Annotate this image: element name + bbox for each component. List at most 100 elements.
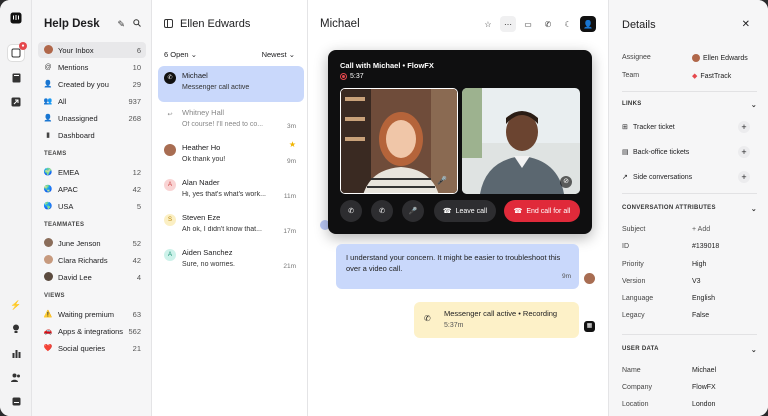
attr-language[interactable]: Language English (622, 295, 757, 302)
chevron-down-icon: ⌄ (288, 50, 295, 59)
teams-header: TEAMS (44, 151, 67, 157)
conversation-main: Michael ☆ ⋯ ▭ ✆ ☾ 👤 Call with Michael • … (308, 0, 608, 416)
snooze-icon[interactable]: ☾ (560, 16, 576, 32)
bulb-icon[interactable] (8, 321, 24, 337)
chevron-down-icon: ⌄ (750, 206, 757, 213)
attr-version[interactable]: Version V3 (622, 278, 757, 285)
avatar (164, 144, 176, 156)
more-icon[interactable]: ⋯ (500, 16, 516, 32)
arrow-icon: ↗ (622, 174, 628, 181)
sidebar-item-june-jenson[interactable]: June Jenson 52 (38, 235, 146, 251)
avatar (43, 271, 53, 281)
conversation-list: Ellen Edwards 6 Open ⌄ Newest ⌄ ✆ Michae… (152, 0, 308, 416)
app-window: ● ⚡ Help Desk ✎ Your Inbox 6 @ Mentions … (0, 0, 768, 416)
globe-icon: 🌎 (43, 203, 53, 210)
links-section-header[interactable]: LINKS ⌄ (622, 101, 757, 109)
divider (622, 334, 757, 335)
users-icon: 👥 (43, 98, 53, 105)
back-office-tickets-link[interactable]: ▤ Back-office tickets + (622, 146, 750, 158)
compose-icon[interactable]: ✎ (117, 19, 125, 30)
sidebar-item-mentions[interactable]: @ Mentions 10 (38, 59, 146, 75)
phone-icon: ✆ (164, 72, 176, 84)
call-status-card: ✆ Messenger call active • Recording 5:37… (414, 302, 579, 338)
sidebar-item-david-lee[interactable]: David Lee 4 (38, 269, 146, 285)
add-tracker-ticket-button[interactable]: + (738, 121, 750, 133)
leave-call-button[interactable]: ☎ Leave call (434, 200, 496, 222)
ticket-icon[interactable]: ▭ (520, 16, 536, 32)
assignee-row[interactable]: Assignee Ellen Edwards (622, 54, 757, 62)
panel-toggle-icon[interactable] (164, 19, 173, 30)
list-item[interactable]: S Steven Eze Ah ok, I didn't know that..… (158, 208, 304, 244)
close-icon[interactable]: ✕ (742, 19, 750, 30)
sidebar-item-clara-richards[interactable]: Clara Richards 42 (38, 252, 146, 268)
end-call-for-all-button[interactable]: ☎ End call for all (504, 200, 580, 222)
warning-icon: ⚠️ (43, 311, 53, 318)
heart-icon: ❤️ (43, 345, 53, 352)
sort-dropdown[interactable]: Newest ⌄ (262, 50, 295, 59)
sidebar-item-apac[interactable]: 🌏 APAC 42 (38, 181, 146, 197)
inbox-icon[interactable]: ● (8, 42, 27, 61)
inbox-badge: ● (19, 42, 27, 50)
side-conversations-link[interactable]: ↗ Side conversations + (622, 171, 750, 183)
globe-icon: 🌍 (43, 169, 53, 176)
add-back-office-ticket-button[interactable]: + (738, 146, 750, 158)
sidebar-item-emea[interactable]: 🌍 EMEA 12 (38, 164, 146, 180)
sidebar-item-created-by-you[interactable]: 👤 Created by you 29 (38, 76, 146, 92)
conversation-title: Michael (320, 18, 360, 30)
tracker-ticket-link[interactable]: ⊞ Tracker ticket + (622, 121, 750, 133)
hangup-icon: ☎ (442, 208, 452, 215)
star-icon[interactable]: ☆ (480, 16, 496, 32)
reply-icon: ↩ (167, 112, 173, 118)
status-filter[interactable]: 6 Open ⌄ (164, 50, 197, 59)
list-item[interactable]: A Aiden Sanchez Sure, no worries. 21m (158, 243, 304, 279)
team-icon: ◆ (692, 73, 698, 80)
team-row[interactable]: Team ◆ FastTrack (622, 72, 757, 80)
sidebar-item-all[interactable]: 👥 All 937 (38, 93, 146, 109)
attr-id: ID #139018 (622, 243, 720, 250)
book-icon[interactable] (8, 70, 24, 86)
attr-priority[interactable]: Priority High (622, 261, 757, 268)
chevron-down-icon: ⌄ (750, 347, 757, 354)
sidebar-item-unassigned[interactable]: 👤 Unassigned 268 (38, 110, 146, 126)
sidebar-item-waiting-premium[interactable]: ⚠️ Waiting premium 63 (38, 306, 146, 322)
list-item[interactable]: A Alan Nader Hi, yes that's what's work.… (158, 173, 304, 209)
bolt-icon[interactable]: ⚡ (8, 297, 24, 313)
app-logo-icon[interactable] (8, 10, 24, 26)
clipboard-icon: ▤ (622, 149, 629, 156)
contacts-icon[interactable] (8, 369, 24, 385)
chevron-down-icon: ⌄ (190, 50, 197, 59)
attr-legacy[interactable]: Legacy False (622, 312, 757, 319)
sidebar: Help Desk ✎ Your Inbox 6 @ Mentions 10 👤… (32, 0, 152, 416)
video-tile-customer[interactable]: ⊘ (462, 88, 580, 194)
assign-user-icon[interactable]: 👤 (580, 16, 596, 32)
avatar (43, 254, 53, 264)
send-icon[interactable] (8, 94, 24, 110)
record-icon (340, 73, 347, 80)
call-phone-button[interactable]: ✆ (340, 200, 362, 222)
app-switch-icon[interactable] (8, 393, 24, 409)
list-item[interactable]: ↩ Whitney Hall Of course! I'll need to c… (158, 103, 304, 139)
car-icon: 🚗 (43, 328, 53, 335)
list-item[interactable]: Heather Ho Ok thank you! 9m ★ (158, 138, 304, 174)
bot-icon: ▦ (584, 321, 595, 332)
reports-icon[interactable] (8, 345, 24, 361)
microphone-button[interactable]: 🎤 (402, 200, 424, 222)
search-icon[interactable] (133, 19, 141, 30)
sidebar-item-apps-integrations[interactable]: 🚗 Apps & integrations 562 (38, 323, 146, 339)
star-icon[interactable]: ★ (289, 140, 296, 149)
globe-icon: 🌏 (43, 186, 53, 193)
add-side-conversation-button[interactable]: + (738, 171, 750, 183)
attributes-section-header[interactable]: CONVERSATION ATTRIBUTES ⌄ (622, 205, 757, 213)
video-tile-agent[interactable]: 🎤 (340, 88, 458, 194)
sidebar-item-social-queries[interactable]: ❤️ Social queries 21 (38, 340, 146, 356)
sidebar-item-dashboard[interactable]: ▮ Dashboard (38, 127, 146, 143)
sidebar-item-your-inbox[interactable]: Your Inbox 6 (38, 42, 146, 58)
list-item[interactable]: ✆ Michael Messenger call active (158, 66, 304, 102)
call-transfer-button[interactable]: ✆ (371, 200, 393, 222)
phone-icon[interactable]: ✆ (540, 16, 556, 32)
attr-subject[interactable]: Subject + Add (622, 226, 757, 233)
sidebar-item-usa[interactable]: 🌎 USA 5 (38, 198, 146, 214)
icon-rail: ● ⚡ (0, 0, 32, 416)
user-data-section-header[interactable]: USER DATA ⌄ (622, 346, 757, 354)
divider (622, 91, 757, 92)
